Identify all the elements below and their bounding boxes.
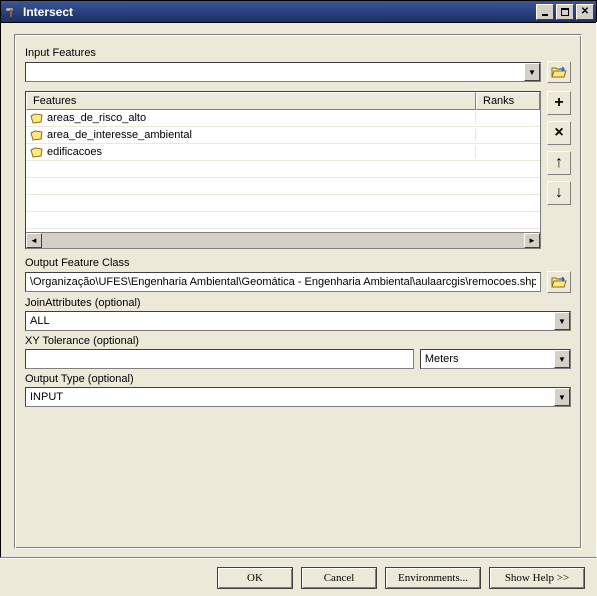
add-button[interactable]: + (547, 91, 571, 115)
move-down-button[interactable]: ↓ (547, 181, 571, 205)
table-row[interactable]: areas_de_risco_alto (26, 110, 540, 127)
output-type-label: Output Type (optional) (25, 373, 571, 385)
xy-tol-input[interactable] (25, 349, 414, 369)
output-fc-input[interactable] (25, 272, 541, 292)
output-type-value[interactable] (25, 387, 571, 407)
polygon-icon (30, 113, 43, 124)
col-header-features[interactable]: Features (26, 92, 476, 110)
table-row[interactable]: area_de_interesse_ambiental (26, 127, 540, 144)
plus-icon: + (554, 94, 563, 112)
input-features-input[interactable] (25, 62, 541, 82)
show-help-button[interactable]: Show Help >> (489, 567, 585, 589)
join-attrs-label: JoinAttributes (optional) (25, 297, 571, 309)
table-row[interactable]: edificacoes (26, 144, 540, 161)
xy-tol-label: XY Tolerance (optional) (25, 335, 571, 347)
minimize-button[interactable] (536, 4, 554, 20)
scroll-right-button[interactable]: ► (524, 233, 540, 248)
table-row[interactable] (26, 178, 540, 195)
remove-button[interactable]: × (547, 121, 571, 145)
feature-name: areas_de_risco_alto (47, 112, 146, 124)
output-fc-label: Output Feature Class (25, 257, 571, 269)
input-features-label: Input Features (25, 47, 571, 59)
join-attrs-value[interactable] (25, 311, 571, 331)
table-row[interactable] (26, 195, 540, 212)
polygon-icon (30, 130, 43, 141)
horizontal-scrollbar[interactable]: ◄ ► (26, 232, 540, 248)
feature-name: area_de_interesse_ambiental (47, 129, 192, 141)
scroll-left-button[interactable]: ◄ (26, 233, 42, 248)
browse-input-button[interactable] (547, 61, 571, 83)
move-up-button[interactable]: ↑ (547, 151, 571, 175)
folder-open-icon (551, 275, 567, 289)
table-row[interactable] (26, 212, 540, 229)
environments-button[interactable]: Environments... (385, 567, 481, 589)
maximize-button[interactable] (556, 4, 574, 20)
hammer-icon (5, 5, 19, 19)
table-row[interactable] (26, 161, 540, 178)
polygon-icon (30, 147, 43, 158)
join-attrs-select[interactable]: ▼ (25, 311, 571, 331)
folder-open-icon (551, 65, 567, 79)
window-controls: ✕ (536, 4, 594, 20)
window-title: Intersect (23, 5, 536, 19)
arrow-up-icon: ↑ (555, 154, 563, 172)
output-type-select[interactable]: ▼ (25, 387, 571, 407)
features-table[interactable]: Features Ranks areas_de_risco_alto area_d… (25, 91, 541, 249)
ok-button[interactable]: OK (217, 567, 293, 589)
browse-output-button[interactable] (547, 271, 571, 293)
titlebar: Intersect ✕ (1, 1, 596, 23)
dialog-footer: OK Cancel Environments... Show Help >> (0, 558, 597, 596)
xy-tol-units-select[interactable] (420, 349, 571, 369)
feature-name: edificacoes (47, 146, 102, 158)
x-icon: × (554, 124, 563, 142)
input-features-combo[interactable]: ▼ (25, 62, 541, 82)
parameters-group: Input Features ▼ Features Ranks areas_de… (14, 34, 582, 549)
dialog-content: Input Features ▼ Features Ranks areas_de… (0, 22, 597, 558)
cancel-button[interactable]: Cancel (301, 567, 377, 589)
arrow-down-icon: ↓ (555, 184, 563, 202)
close-button[interactable]: ✕ (576, 4, 594, 20)
col-header-ranks[interactable]: Ranks (476, 92, 540, 110)
